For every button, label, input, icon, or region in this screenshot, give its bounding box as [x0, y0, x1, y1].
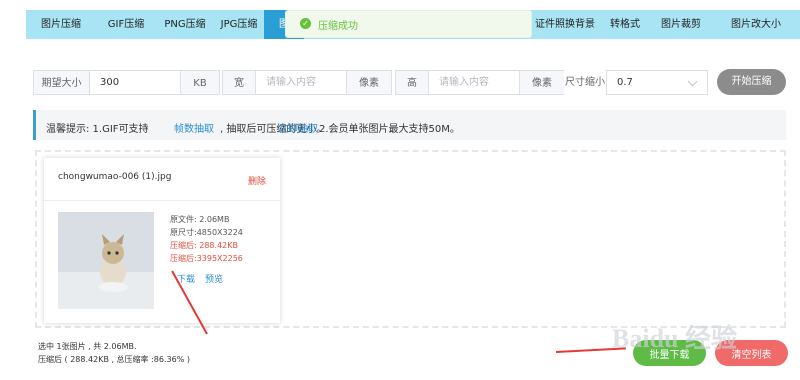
- baidu-watermark: Baidu 经验: [612, 324, 737, 353]
- tab-jpg-compress[interactable]: JPG压缩: [214, 10, 264, 39]
- tab-png-compress[interactable]: PNG压缩: [156, 10, 214, 39]
- height-label: 高: [395, 70, 429, 95]
- file-name: chongwumao-006 (1).jpg: [58, 172, 172, 182]
- width-input[interactable]: 请输入内容: [255, 70, 347, 95]
- extract-now-link[interactable]: 立即抽取: [278, 120, 318, 135]
- divider: [44, 200, 280, 201]
- tab-id-photo-bg[interactable]: 证件照换背景: [530, 10, 600, 39]
- toast-text: 压缩成功: [318, 21, 358, 32]
- tip-banner: 温馨提示: 1.GIF可支持 帧数抽取 , 抽取后可压缩的更小。 立即抽取 2.…: [33, 110, 786, 140]
- scale-label: 尺寸缩小: [564, 70, 606, 95]
- image-thumbnail: [58, 212, 154, 309]
- file-card: chongwumao-006 (1).jpg 删除 原文件: 2.06MB 原尺…: [44, 158, 280, 323]
- width-label: 宽: [222, 70, 256, 95]
- height-input[interactable]: 请输入内容: [428, 70, 520, 95]
- tab-image-compress[interactable]: 图片压缩: [26, 10, 96, 39]
- tab-image-crop[interactable]: 图片裁剪: [650, 10, 712, 39]
- cat-photo-icon: [58, 212, 154, 309]
- preview-link[interactable]: 预览: [205, 272, 223, 285]
- expected-size-label: 期望大小: [33, 70, 90, 95]
- tab-image-resize[interactable]: 图片改大小: [712, 10, 800, 39]
- height-unit-label: 像素: [519, 70, 565, 95]
- check-circle-icon: ✓: [300, 18, 311, 29]
- size-unit-label: KB: [180, 70, 220, 95]
- width-unit-label: 像素: [346, 70, 392, 95]
- selection-summary: 选中 1张图片 , 共 2.06MB.: [38, 342, 137, 351]
- frame-extract-link[interactable]: 帧数抽取: [174, 120, 214, 135]
- compressed-size: 压缩后: 288.42KB: [170, 241, 238, 250]
- top-toolbar: 图片压缩 GIF压缩 PNG压缩 JPG压缩 图 证件照换背景 转格式 图片裁剪…: [0, 0, 800, 48]
- start-compress-button[interactable]: 开始压缩: [717, 69, 786, 95]
- expected-size-input[interactable]: 300: [89, 70, 181, 95]
- delete-link[interactable]: 删除: [248, 174, 266, 187]
- tab-convert-format[interactable]: 转格式: [600, 10, 650, 39]
- tip-prefix: 温馨提示: 1.GIF可支持: [46, 124, 149, 135]
- compression-summary: 压缩后 ( 288.42KB , 总压缩率 :86.36% ): [38, 355, 190, 364]
- tab-gif-compress[interactable]: GIF压缩: [96, 10, 156, 39]
- original-size: 原文件: 2.06MB: [170, 215, 230, 224]
- success-toast: ✓ 压缩成功: [285, 10, 532, 38]
- tip-suffix: 2.会员单张图片最大支持50M。: [319, 124, 460, 135]
- compressed-dimensions: 压缩后:3395X2256: [170, 254, 243, 263]
- original-dimensions: 原尺寸:4850X3224: [170, 228, 243, 237]
